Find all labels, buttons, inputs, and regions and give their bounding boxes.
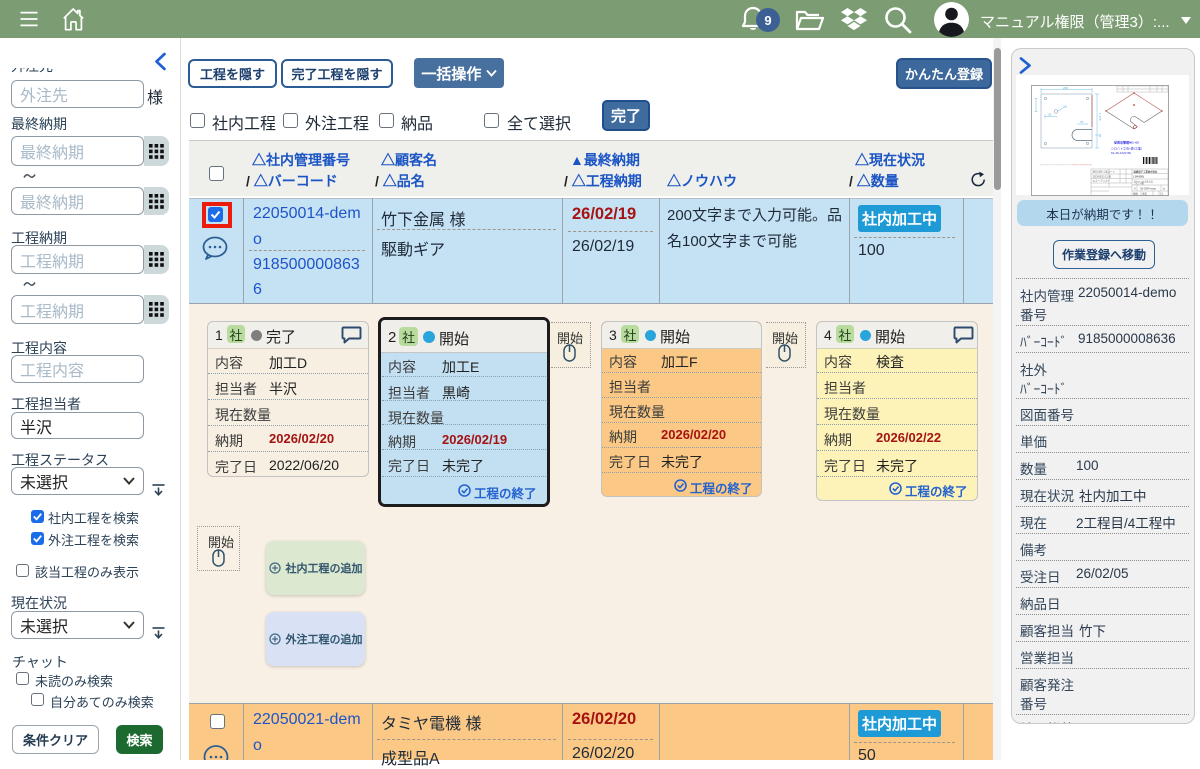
svg-text:260: 260	[1063, 86, 1068, 90]
svg-text:2023/05/23 12:30: 2023/05/23 12:30	[1093, 175, 1112, 178]
svg-text:62-45-22(NYB): 62-45-22(NYB)	[1111, 151, 1131, 155]
svg-text:瑞穂電子工業株式会社: 瑞穂電子工業株式会社	[1134, 169, 1159, 173]
svg-text:エコー・アンカー: エコー・アンカー	[1093, 179, 1111, 183]
svg-text:LS4-50SL: LS4-50SL	[1134, 175, 1145, 178]
svg-text:発行日時・工事コード: 発行日時・工事コード	[1093, 169, 1116, 173]
svg-text:受発注管理NO.-03: 受発注管理NO.-03	[1114, 140, 1139, 145]
svg-text:検図: 検図	[1133, 191, 1138, 195]
svg-text:ø5: ø5	[1064, 104, 1068, 108]
svg-text:承認: 承認	[1142, 191, 1147, 195]
svg-text:SE-005P-swap: SE-005P-swap	[1140, 187, 1157, 190]
svg-text:75: 75	[1080, 120, 1084, 124]
svg-text:35: 35	[1048, 113, 1052, 117]
svg-text:85: 85	[1098, 134, 1102, 138]
svg-text:シロハト工石+鉄(工業): シロハト工石+鉄(工業)	[1111, 146, 1142, 151]
svg-text:1,135: 1,135	[1098, 113, 1102, 121]
